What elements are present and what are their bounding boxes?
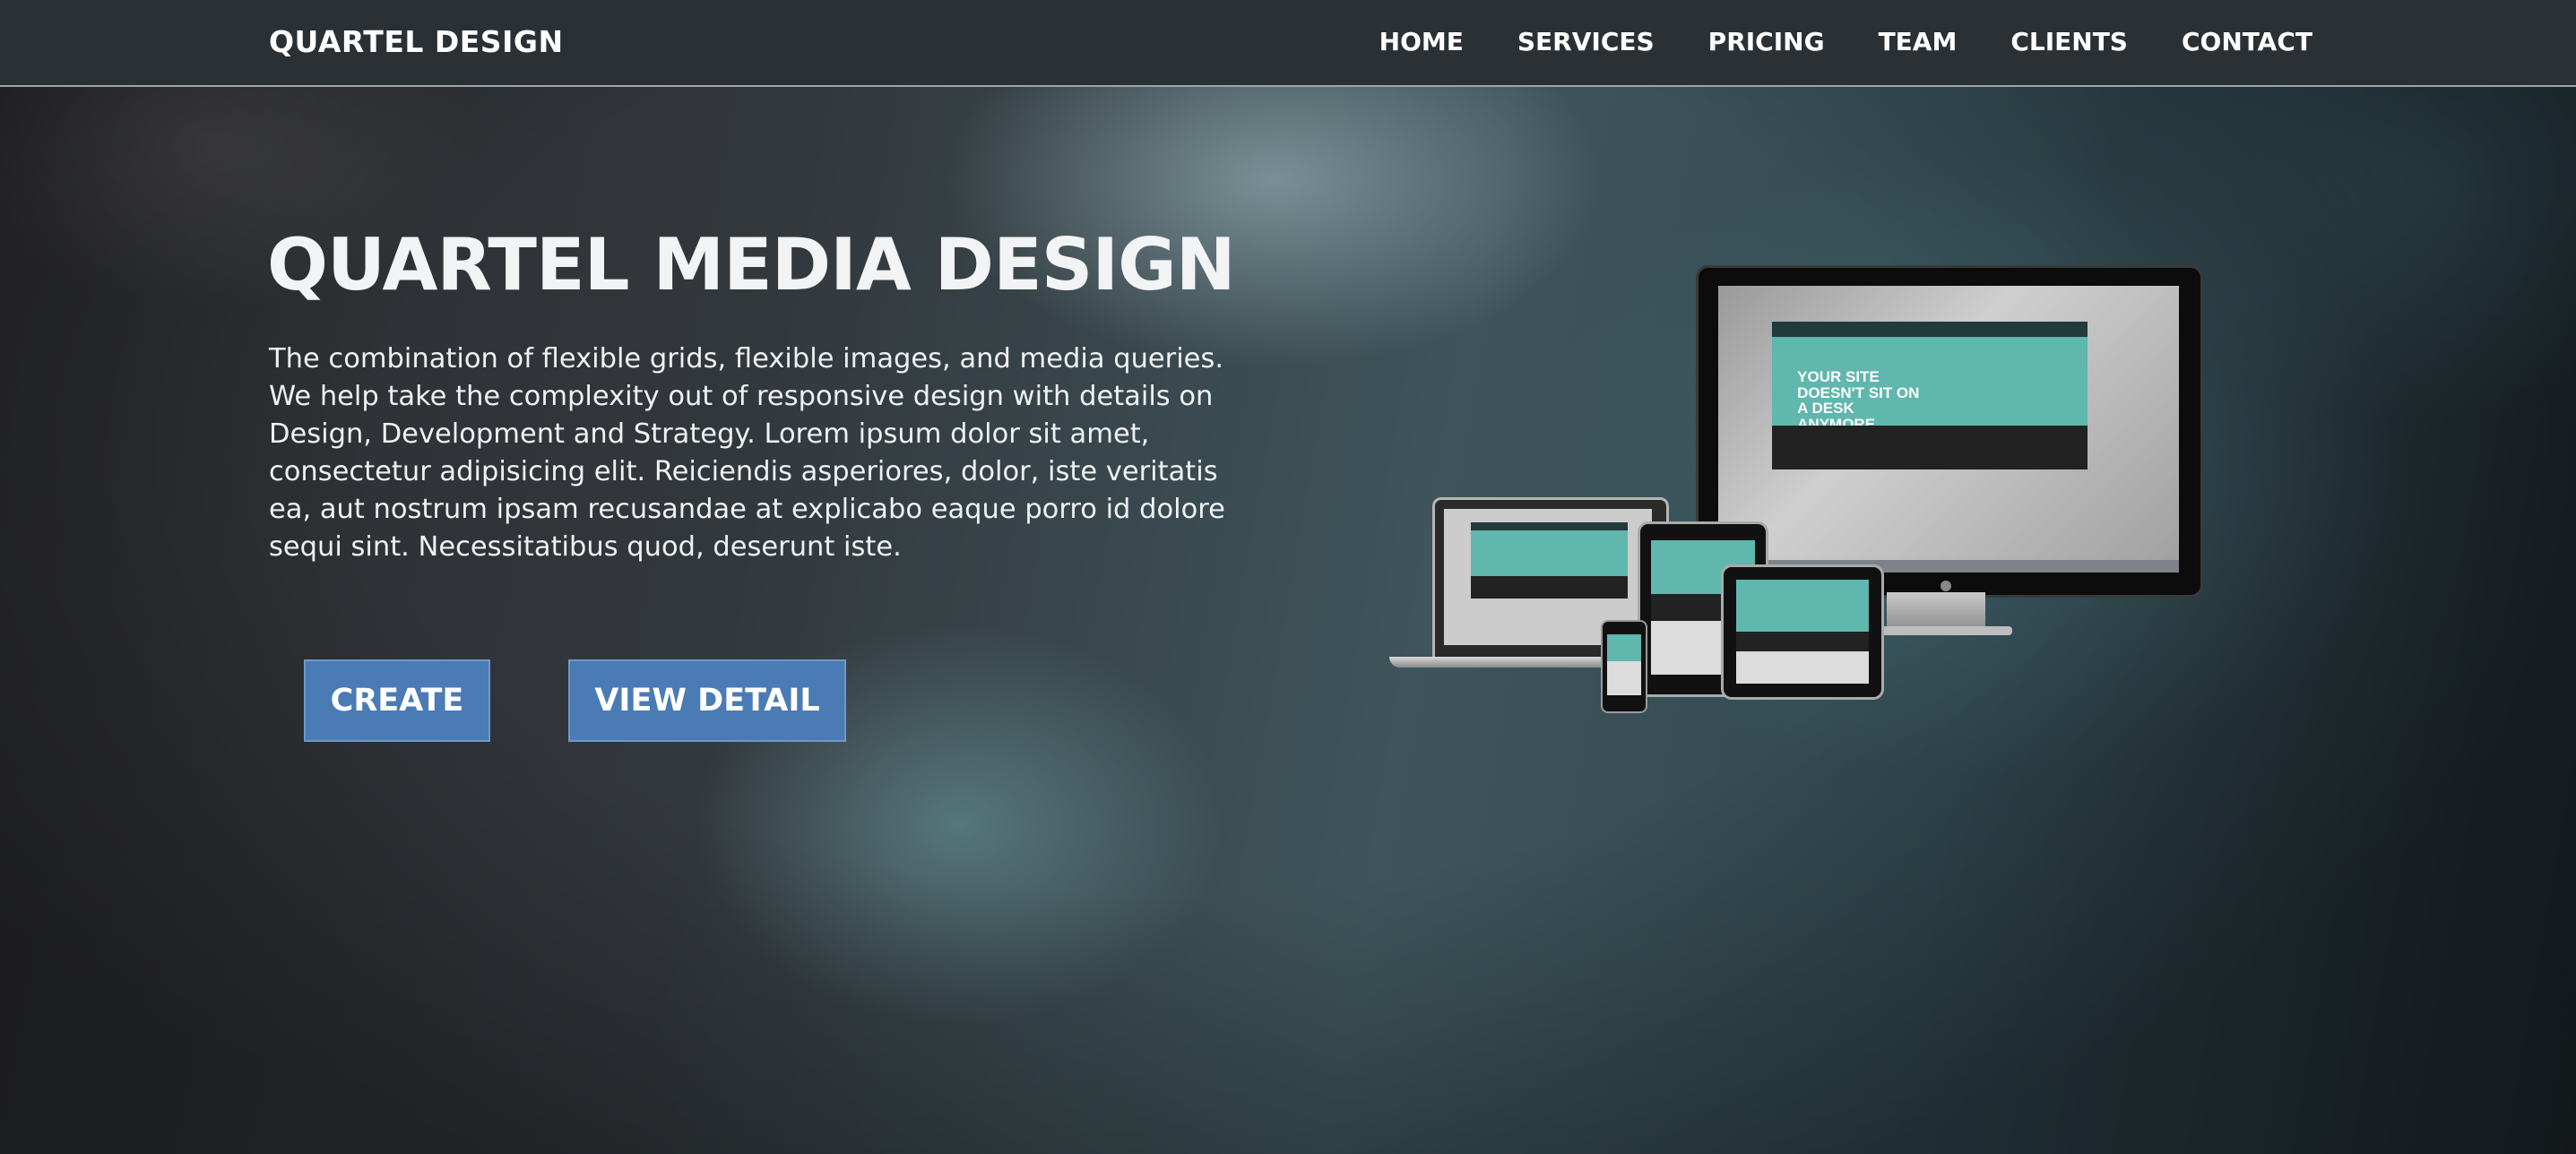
monitor-stand <box>1887 592 1985 630</box>
nav-item-team[interactable]: TEAM <box>1879 20 1958 65</box>
responsive-devices-image: YOUR SITE DOESN'T SIT ON A DESK ANYMORE <box>1380 260 2214 726</box>
nav-item-contact[interactable]: CONTACT <box>2182 20 2312 65</box>
hero-description: The combination of flexible grids, flexi… <box>269 343 1225 563</box>
nav-item-services[interactable]: SERVICES <box>1517 20 1655 65</box>
nav-item-home[interactable]: HOME <box>1379 20 1464 65</box>
laptop-screen-content <box>1471 522 1628 599</box>
nav-item-clients[interactable]: CLIENTS <box>2010 20 2128 65</box>
main-nav: HOME SERVICES PRICING TEAM CLIENTS CONTA… <box>1326 20 2312 65</box>
hero-title: QUARTEL MEDIA DESIGN <box>267 223 1236 306</box>
brand-logo[interactable]: QUARTEL DESIGN <box>269 20 564 65</box>
tablet-landscape <box>1721 564 1884 700</box>
top-navbar: QUARTEL DESIGN HOME SERVICES PRICING TEA… <box>0 0 2576 87</box>
desktop-screen-text: YOUR SITE DOESN'T SIT ON A DESK ANYMORE <box>1797 367 1920 432</box>
view-detail-button[interactable]: VIEW DETAIL <box>568 659 846 742</box>
create-button[interactable]: CREATE <box>304 659 490 742</box>
smartphone <box>1601 620 1647 713</box>
nav-item-pricing[interactable]: PRICING <box>1708 20 1825 65</box>
desktop-monitor: YOUR SITE DOESN'T SIT ON A DESK ANYMORE <box>1696 265 2203 598</box>
desktop-screen-content: YOUR SITE DOESN'T SIT ON A DESK ANYMORE <box>1772 322 2088 469</box>
